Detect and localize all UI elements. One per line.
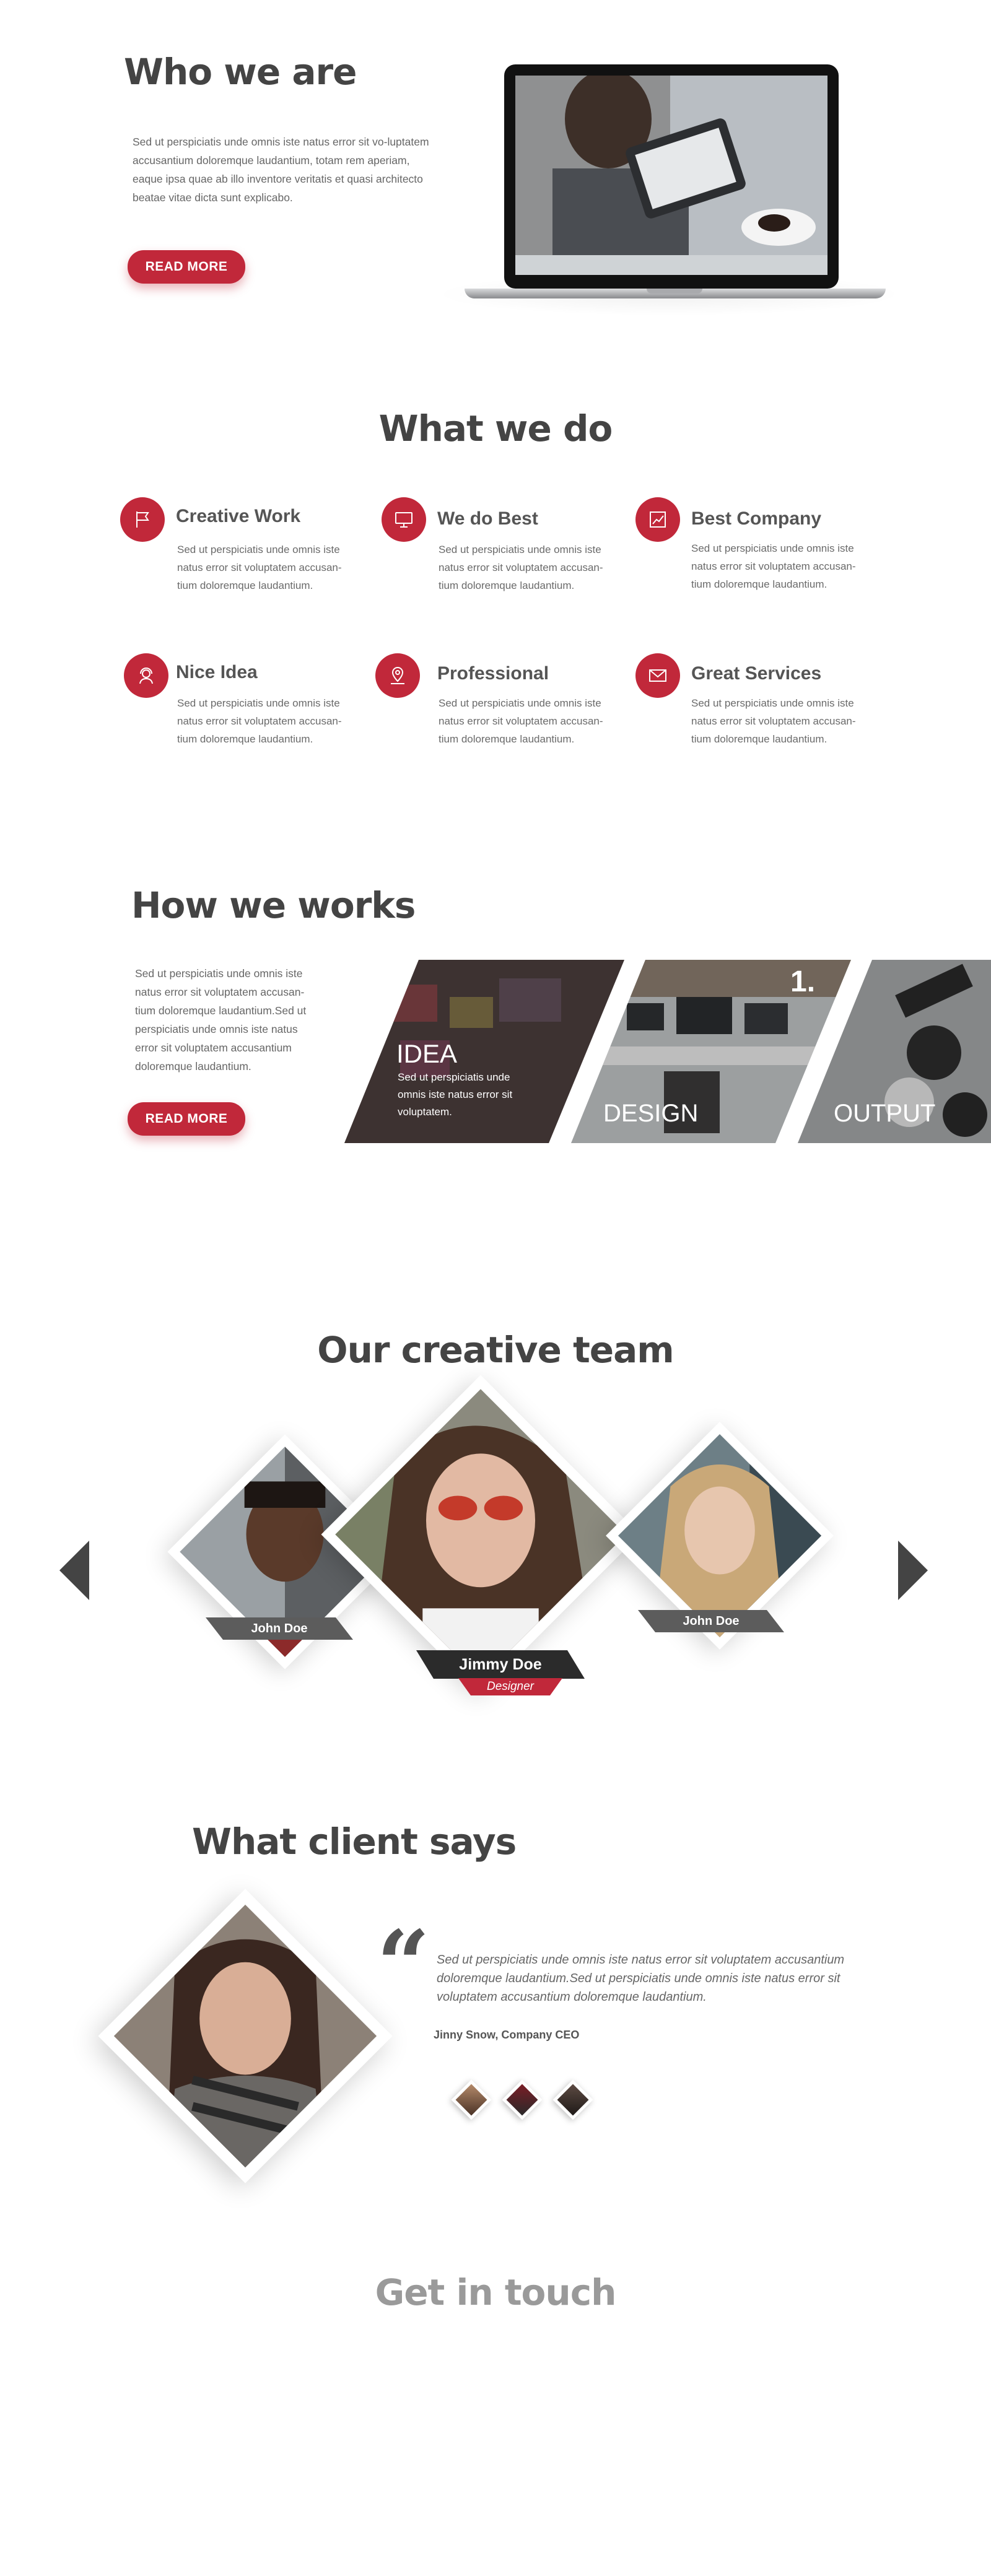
quote-mark-icon: “ <box>377 1910 430 2019</box>
team-member-name: John Doe <box>638 1610 784 1632</box>
service-text: Sed ut perspiciatis unde omnis iste natu… <box>691 542 856 590</box>
envelope-icon <box>635 653 680 698</box>
team-member-role: Designer <box>458 1678 562 1695</box>
process-text: Sed ut perspiciatis unde omnis iste natu… <box>135 967 307 1073</box>
service-title: Nice Idea <box>176 662 258 682</box>
step-text: Sed ut perspiciatis unde omnis iste natu… <box>398 1071 513 1118</box>
laptop-screen-photo <box>515 76 827 275</box>
service-text: Sed ut perspiciatis unde omnis iste natu… <box>177 544 342 591</box>
about-title: Who we are <box>124 51 357 93</box>
testimonial-author: Jinny Snow, Company CEO <box>434 2029 580 2041</box>
service-title: Professional <box>437 663 549 684</box>
testimonial-quote: Sed ut perspiciatis unde omnis iste natu… <box>437 1953 845 2004</box>
process-read-more-button[interactable]: READ MORE <box>128 1102 245 1136</box>
step-label: IDEA <box>396 1039 458 1068</box>
team-next-arrow-icon[interactable] <box>898 1541 928 1600</box>
process-steps: IDEA Sed ut perspiciatis unde omnis iste… <box>344 960 991 1143</box>
team-prev-arrow-icon[interactable] <box>59 1541 89 1600</box>
service-text: Sed ut perspiciatis unde omnis iste natu… <box>439 697 603 745</box>
client-photo <box>98 1889 393 2183</box>
service-title: We do Best <box>437 508 538 529</box>
step-label: OUTPUT <box>834 1100 936 1127</box>
service-text: Sed ut perspiciatis unde omnis iste natu… <box>177 697 342 745</box>
testimonial-title: What client says <box>192 1821 517 1863</box>
chart-icon <box>635 497 680 542</box>
about-text: Sed ut perspiciatis unde omnis iste natu… <box>133 136 429 204</box>
step-number: 1. <box>790 965 816 998</box>
process-title: How we works <box>131 884 416 926</box>
map-pin-icon <box>375 653 420 698</box>
about-read-more-button[interactable]: READ MORE <box>128 250 245 284</box>
team-member-photo[interactable] <box>321 1375 640 1694</box>
service-title: Best Company <box>691 508 822 529</box>
support-icon <box>124 653 168 698</box>
client-thumbnail[interactable] <box>552 2079 593 2120</box>
flag-icon <box>120 497 165 542</box>
service-text: Sed ut perspiciatis unde omnis iste natu… <box>439 544 603 591</box>
team-title: Our creative team <box>317 1329 674 1371</box>
client-thumbnail[interactable] <box>451 2079 492 2120</box>
team-member-name: Jimmy Doe <box>416 1650 585 1679</box>
service-title: Creative Work <box>176 506 301 526</box>
monitor-icon <box>382 497 426 542</box>
service-title: Great Services <box>691 663 822 684</box>
team-member-name: John Doe <box>206 1617 353 1640</box>
client-thumbnail[interactable] <box>502 2079 543 2120</box>
services-title: What we do <box>378 407 613 450</box>
service-text: Sed ut perspiciatis unde omnis iste natu… <box>691 697 856 745</box>
laptop-image <box>465 62 886 303</box>
step-label: DESIGN <box>603 1100 699 1127</box>
contact-title: Get in touch <box>375 2271 617 2313</box>
